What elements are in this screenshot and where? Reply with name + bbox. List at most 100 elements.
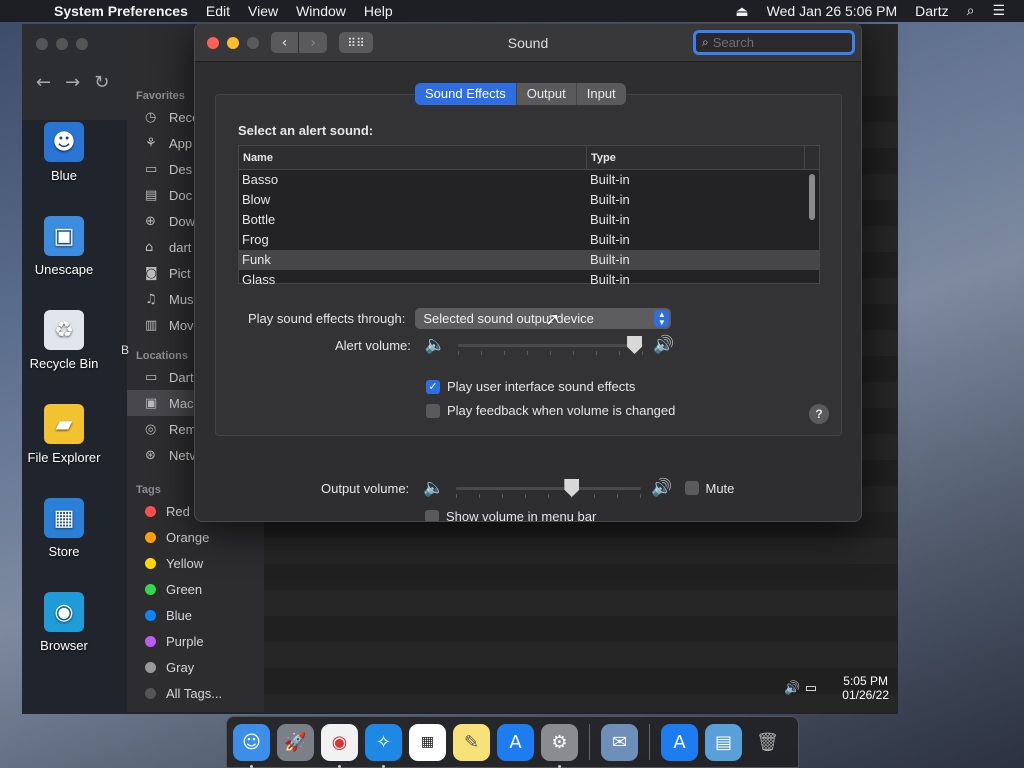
slider-tick xyxy=(573,351,575,355)
table-row[interactable]: Funk Built-in xyxy=(239,250,819,270)
reload-icon[interactable]: ↻ xyxy=(94,72,109,93)
desktop-icon-unescape[interactable]: ▣ Unescape xyxy=(16,216,112,277)
table-row[interactable]: Glass Built-in xyxy=(239,270,819,290)
desktop-icon-label: Store xyxy=(48,544,80,559)
menu-window[interactable]: Window xyxy=(287,3,355,19)
disc-icon: ◎ xyxy=(145,421,157,437)
calendar-dock-icon[interactable]: ▦ xyxy=(409,723,446,761)
sidebar-item-label: Dow xyxy=(169,213,196,229)
spotlight-icon[interactable]: ⌕ xyxy=(958,3,984,19)
search-field[interactable]: ⌕ xyxy=(693,30,855,55)
desktop-icon-recycle-bin[interactable]: ♻ Recycle Bin xyxy=(16,310,112,371)
speaker-low-icon: 🔈 xyxy=(423,478,445,498)
output-volume-slider[interactable] xyxy=(456,478,642,498)
table-row[interactable]: Blow Built-in xyxy=(239,190,819,210)
output-device-popup[interactable]: Selected sound output device ▲ ▼ xyxy=(415,308,672,329)
document-icon: ▤ xyxy=(145,187,158,203)
app-store-dock-icon[interactable]: A xyxy=(497,723,534,761)
table-scrollbar[interactable] xyxy=(809,174,815,220)
back-arrow-icon[interactable]: ← xyxy=(36,72,51,93)
desktop-icon-store[interactable]: ▦ Store xyxy=(16,498,112,559)
tab-sound-effects[interactable]: Sound Effects xyxy=(415,83,517,105)
sound-type-cell: Built-in xyxy=(590,172,630,187)
sidebar-item-label: Mov xyxy=(169,317,194,333)
music-icon: ♫ xyxy=(145,291,157,307)
trash-dock-icon[interactable]: 🗑 xyxy=(749,724,786,761)
speaker-high-icon: 🔊 xyxy=(653,335,675,355)
menu-view[interactable]: View xyxy=(239,3,287,19)
menu-edit[interactable]: Edit xyxy=(197,3,239,19)
show-volume-menubar-label[interactable]: Show volume in menu bar xyxy=(446,509,596,521)
sidebar-tag[interactable]: Gray xyxy=(127,654,264,680)
menubar-clock[interactable]: Wed Jan 26 5:06 PM xyxy=(758,3,906,19)
slider-tick xyxy=(479,494,481,498)
system-preferences-dock-icon[interactable]: ⚙ xyxy=(541,723,578,768)
sidebar-tag[interactable]: Purple xyxy=(127,628,264,654)
desktop-icon-label: File Explorer xyxy=(27,450,101,465)
chrome-dock-icon[interactable]: ◉ xyxy=(321,723,358,768)
column-name[interactable]: Name xyxy=(239,146,587,169)
taskbar-tray-icons[interactable]: 🔊 ▭ xyxy=(784,681,817,696)
sound-name-cell: Glass xyxy=(242,272,276,287)
ui-sounds-label[interactable]: Play user interface sound effects xyxy=(447,379,635,394)
mute-checkbox[interactable] xyxy=(684,481,699,495)
preview-dock-icon[interactable]: ✉ xyxy=(601,723,638,761)
safari-dock-icon[interactable]: ✧ xyxy=(365,723,402,768)
search-icon: ⌕ xyxy=(702,35,709,49)
folder-icon: ▰ xyxy=(44,404,84,444)
menu-app-name[interactable]: System Preferences xyxy=(40,3,197,19)
notes-dock-icon[interactable]: ✎ xyxy=(453,723,490,761)
computer-icon: ▭ xyxy=(145,369,158,385)
sidebar-item-label: Mac xyxy=(169,395,194,411)
volume-feedback-checkbox[interactable] xyxy=(426,403,440,418)
sidebar-tag[interactable]: All Tags... xyxy=(127,680,264,706)
clock-icon: ◷ xyxy=(145,109,157,125)
eject-icon[interactable]: ⏏ xyxy=(726,3,757,20)
sidebar-tag-label: All Tags... xyxy=(166,685,223,701)
help-button[interactable]: ? xyxy=(809,404,829,424)
table-row[interactable]: Basso Built-in xyxy=(239,170,819,190)
mute-label[interactable]: Mute xyxy=(706,481,735,496)
sound-effects-panel: Select an alert sound: Name Type Basso Bu… xyxy=(215,94,842,436)
sidebar-tag[interactable]: Green xyxy=(127,576,264,602)
desktop-icon-file-explorer[interactable]: ▰ File Explorer xyxy=(16,404,112,465)
volume-feedback-label[interactable]: Play feedback when volume is changed xyxy=(447,403,675,418)
sidebar-tag[interactable]: Yellow xyxy=(127,550,264,576)
finder-dock-icon[interactable]: ☺ xyxy=(233,723,270,768)
desktop-icon-label: Browser xyxy=(40,638,88,653)
downloads-folder-dock-icon[interactable]: ▤ xyxy=(705,723,742,761)
forward-arrow-icon[interactable]: → xyxy=(65,72,80,93)
desktop-icon-browser[interactable]: ◉ Browser xyxy=(16,592,112,653)
desktop-icon-blue[interactable]: ☻ Blue xyxy=(16,122,112,183)
ui-sounds-checkbox[interactable]: ✓ xyxy=(426,379,440,394)
slider-tick xyxy=(642,351,644,355)
finder-partial-label: B xyxy=(121,343,130,357)
taskbar-clock[interactable]: 5:05 PM 01/26/22 xyxy=(842,674,889,702)
desktop-icon: ▭ xyxy=(145,161,158,177)
slider-tick xyxy=(550,351,552,355)
menu-help[interactable]: Help xyxy=(355,3,402,19)
table-row[interactable]: Frog Built-in xyxy=(239,230,819,250)
sound-name-cell: Frog xyxy=(242,232,269,247)
menubar-user[interactable]: Dartz xyxy=(906,3,957,19)
store-icon: ▦ xyxy=(44,498,84,538)
sidebar-tag[interactable]: Blue xyxy=(127,602,264,628)
sidebar-tag[interactable]: Orange xyxy=(127,524,264,550)
table-row[interactable]: Bottle Built-in xyxy=(239,210,819,230)
alert-volume-slider[interactable] xyxy=(458,335,644,355)
table-header: Name Type xyxy=(239,146,819,170)
tab-input[interactable]: Input xyxy=(577,83,626,105)
tag-color-dot-icon xyxy=(145,531,156,543)
app-store-folder-dock-icon[interactable]: A xyxy=(661,723,698,761)
desktop-icon-label: Unescape xyxy=(34,262,94,277)
column-type[interactable]: Type xyxy=(587,146,805,169)
network-icon: ⊛ xyxy=(145,447,156,463)
launchpad-dock-icon[interactable]: 🚀 xyxy=(277,723,314,761)
control-center-icon[interactable]: ☰ xyxy=(983,3,1014,19)
show-volume-menubar-checkbox[interactable] xyxy=(425,509,439,521)
sidebar-item-label: Des xyxy=(169,161,193,177)
search-input[interactable] xyxy=(712,35,843,50)
tab-output[interactable]: Output xyxy=(517,83,577,105)
tag-color-dot-icon xyxy=(145,557,156,569)
alert-sound-table[interactable]: Name Type Basso Built-in Blow Built-in Bottl… xyxy=(238,145,820,287)
